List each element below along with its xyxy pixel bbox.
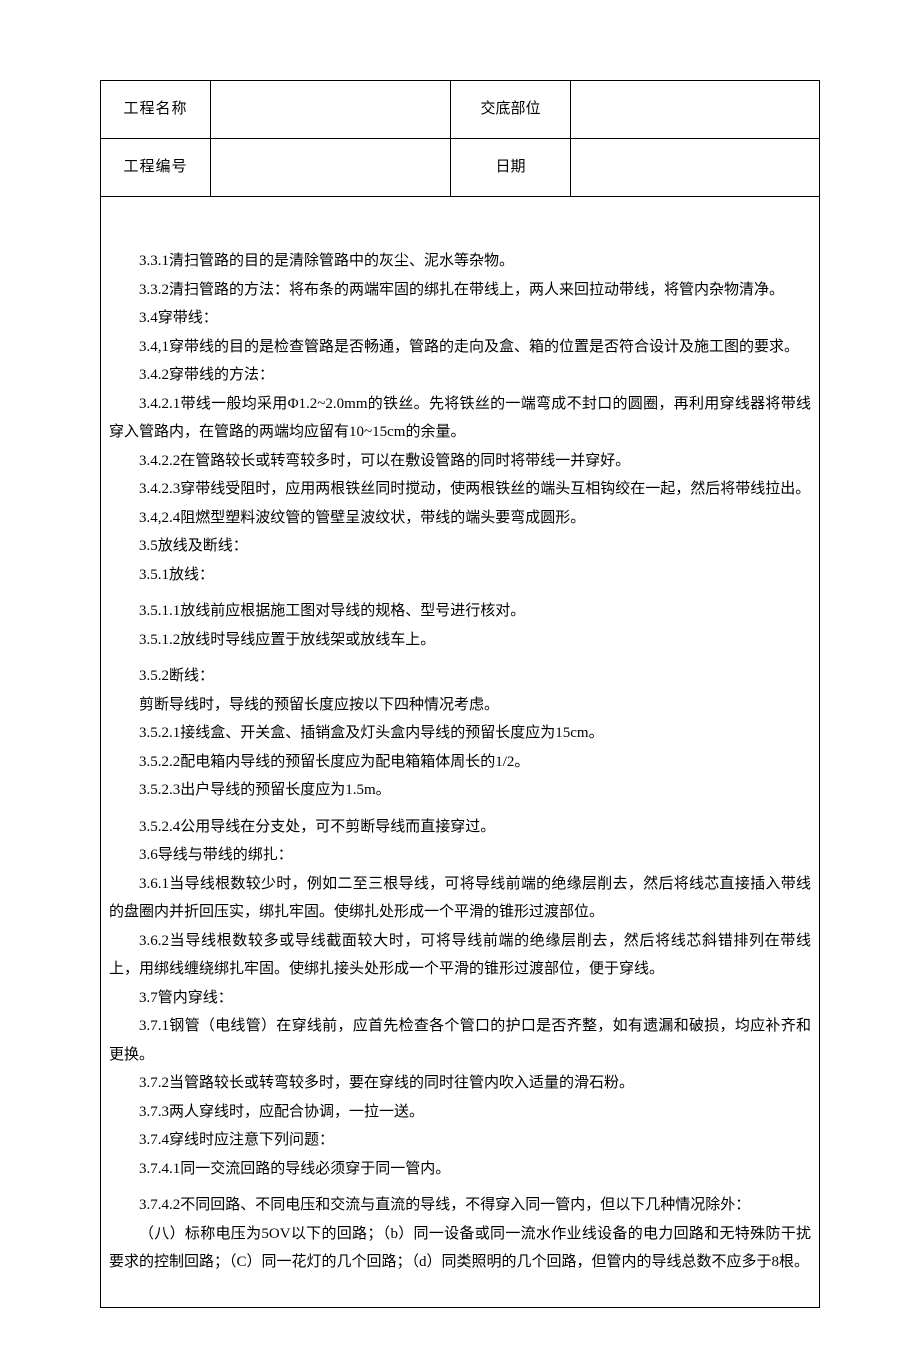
para-3-5-1-2: 3.5.1.2放线时导线应置于放线架或放线车上。 <box>109 626 811 655</box>
para-3-3-2: 3.3.2清扫管路的方法：将布条的两端牢固的绑扎在带线上，两人来回拉动带线，将管… <box>109 276 811 305</box>
label-disclosure-part: 交底部位 <box>451 81 571 139</box>
para-3-4: 3.4穿带线： <box>109 304 811 333</box>
para-3-5-1: 3.5.1放线： <box>109 561 811 590</box>
spacer <box>109 1183 811 1191</box>
para-3-4-2-2: 3.4.2.2在管路较长或转弯较多时，可以在敷设管路的同时将带线一并穿好。 <box>109 447 811 476</box>
para-3-7-2: 3.7.2当管路较长或转弯较多时，要在穿线的同时往管内吹入适量的滑石粉。 <box>109 1069 811 1098</box>
para-3-4-2-1: 3.4.2.1带线一般均采用Φ1.2~2.0mm的铁丝。先将铁丝的一端弯成不封口… <box>109 390 811 447</box>
para-3-3-1: 3.3.1清扫管路的目的是清除管路中的灰尘、泥水等杂物。 <box>109 247 811 276</box>
para-3-7-4-1: 3.7.4.1同一交流回路的导线必须穿于同一管内。 <box>109 1155 811 1184</box>
value-project-name <box>211 81 451 139</box>
value-date <box>571 139 820 197</box>
spacer <box>109 654 811 662</box>
spacer <box>109 589 811 597</box>
para-3-5-2-intro: 剪断导线时，导线的预留长度应按以下四种情况考虑。 <box>109 691 811 720</box>
para-3-6-1: 3.6.1当导线根数较少时，例如二至三根导线，可将导线前端的绝缘层削去，然后将线… <box>109 870 811 927</box>
label-date: 日期 <box>451 139 571 197</box>
para-3-5-2-1: 3.5.2.1接线盒、开关盒、插销盒及灯头盒内导线的预留长度应为15cm。 <box>109 719 811 748</box>
value-disclosure-part <box>571 81 820 139</box>
para-3-7: 3.7管内穿线： <box>109 984 811 1013</box>
para-3-6: 3.6导线与带线的绑扎： <box>109 841 811 870</box>
para-3-4-2-3: 3.4.2.3穿带线受阻时，应用两根铁丝同时搅动，使两根铁丝的端头互相钩绞在一起… <box>109 475 811 504</box>
para-3-5-1-1: 3.5.1.1放线前应根据施工图对导线的规格、型号进行核对。 <box>109 597 811 626</box>
para-3-7-1: 3.7.1钢管（电线管）在穿线前，应首先检查各个管口的护口是否齐整，如有遗漏和破… <box>109 1012 811 1069</box>
header-row-1: 工程名称 交底部位 <box>101 81 820 139</box>
para-3-7-4-2: 3.7.4.2不同回路、不同电压和交流与直流的导线，不得穿入同一管内，但以下几种… <box>109 1191 811 1220</box>
para-3-7-4: 3.7.4穿线时应注意下列问题： <box>109 1126 811 1155</box>
label-project-name: 工程名称 <box>101 81 211 139</box>
spacer <box>109 805 811 813</box>
para-3-5-2: 3.5.2断线： <box>109 662 811 691</box>
document-body: 3.3.1清扫管路的目的是清除管路中的灰尘、泥水等杂物。 3.3.2清扫管路的方… <box>100 197 820 1308</box>
document-page: 工程名称 交底部位 工程编号 日期 3.3.1清扫管路的目的是清除管路中的灰尘、… <box>0 0 920 1368</box>
para-3-5: 3.5放线及断线： <box>109 532 811 561</box>
para-3-5-2-2: 3.5.2.2配电箱内导线的预留长度应为配电箱箱体周长的1/2。 <box>109 748 811 777</box>
header-row-2: 工程编号 日期 <box>101 139 820 197</box>
para-3-7-4-2-list: （八）标称电压为5OV以下的回路；（b）同一设备或同一流水作业线设备的电力回路和… <box>109 1220 811 1277</box>
para-3-5-2-3: 3.5.2.3出户导线的预留长度应为1.5m。 <box>109 776 811 805</box>
para-3-4-2: 3.4.2穿带线的方法： <box>109 361 811 390</box>
para-3-4-1: 3.4,1穿带线的目的是检查管路是否畅通，管路的走向及盒、箱的位置是否符合设计及… <box>109 333 811 362</box>
header-table: 工程名称 交底部位 工程编号 日期 <box>100 80 820 197</box>
label-project-number: 工程编号 <box>101 139 211 197</box>
para-3-7-3: 3.7.3两人穿线时，应配合协调，一拉一送。 <box>109 1098 811 1127</box>
value-project-number <box>211 139 451 197</box>
para-3-6-2: 3.6.2当导线根数较多或导线截面较大时，可将导线前端的绝缘层削去，然后将线芯斜… <box>109 927 811 984</box>
para-3-5-2-4: 3.5.2.4公用导线在分支处，可不剪断导线而直接穿过。 <box>109 813 811 842</box>
para-3-4-2-4: 3.4,2.4阻燃型塑料波纹管的管壁呈波纹状，带线的端头要弯成圆形。 <box>109 504 811 533</box>
